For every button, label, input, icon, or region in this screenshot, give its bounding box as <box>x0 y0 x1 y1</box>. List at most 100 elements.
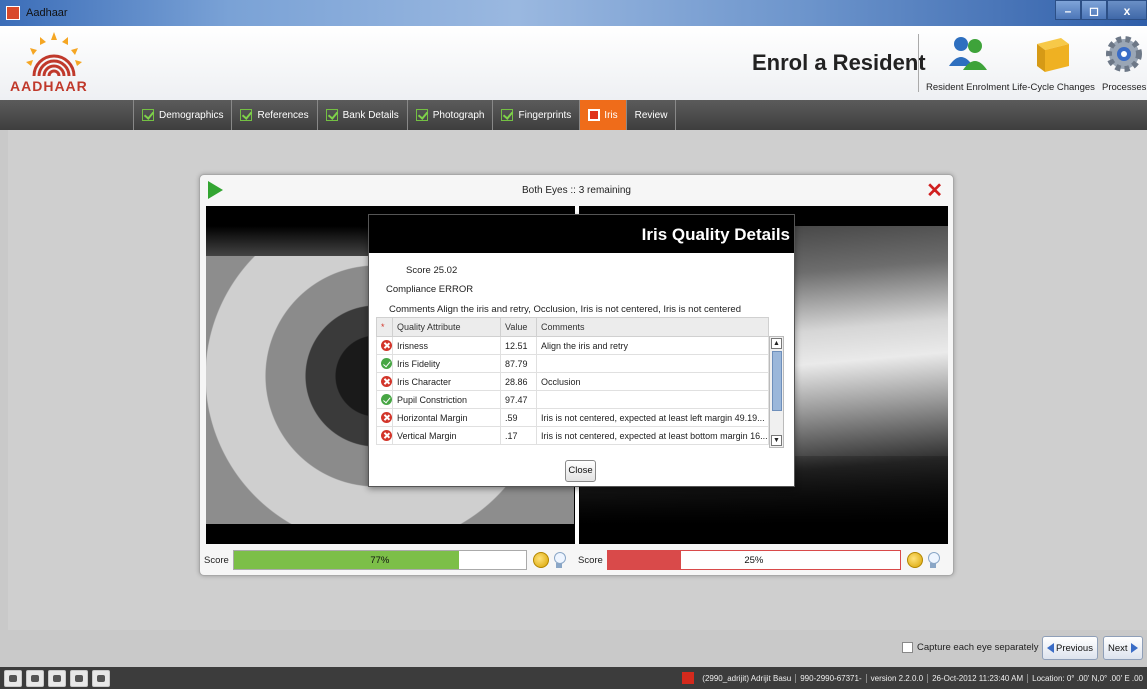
datetime-text: 26-Oct-2012 11:23:40 AM <box>927 673 1027 683</box>
tab-label: Bank Details <box>342 109 399 121</box>
tab-review[interactable]: Review <box>627 100 677 130</box>
dialog-title: Iris Quality Details <box>369 215 794 253</box>
value-column-header: Value <box>500 317 537 337</box>
minimize-button[interactable]: – <box>1055 0 1081 20</box>
app-icon <box>6 6 20 20</box>
quality-table: * Quality Attribute Value Comments Irisn… <box>376 317 769 445</box>
table-row[interactable]: Iris Fidelity 87.79 <box>376 354 769 373</box>
tab-photograph[interactable]: Photograph <box>408 100 494 130</box>
smiley-icon <box>906 552 923 568</box>
table-row[interactable]: Vertical Margin .17 Iris is not centered… <box>376 426 769 445</box>
error-icon <box>381 340 392 352</box>
resident-enrolment-button[interactable]: Resident Enrolment <box>926 32 1009 93</box>
lightbulb-icon[interactable] <box>927 551 940 569</box>
checkmark-icon <box>501 109 514 121</box>
previous-label: Previous <box>1056 642 1093 654</box>
quality-comments: Comments Align the iris and retry, Occlu… <box>389 304 741 315</box>
tab-label: Review <box>634 109 668 121</box>
error-icon <box>381 376 392 388</box>
value-cell: 87.79 <box>500 354 537 373</box>
table-row[interactable]: Irisness 12.51 Align the iris and retry <box>376 336 769 355</box>
scroll-down-icon[interactable]: ▼ <box>771 435 782 446</box>
printer-icon[interactable] <box>70 669 88 687</box>
version-text: version 2.2.0.0 <box>865 673 927 683</box>
value-cell: 97.47 <box>500 390 537 409</box>
value-cell: .17 <box>500 426 537 445</box>
error-icon <box>381 430 392 442</box>
table-row[interactable]: Pupil Constriction 97.47 <box>376 390 769 409</box>
tab-references[interactable]: References <box>232 100 318 130</box>
table-row[interactable]: Horizontal Margin .59 Iris is not center… <box>376 408 769 427</box>
tab-iris[interactable]: Iris <box>580 100 627 130</box>
right-score-value: 25% <box>744 555 764 566</box>
attribute-cell: Iris Fidelity <box>392 354 501 373</box>
globe-icon[interactable] <box>92 669 110 687</box>
table-scrollbar[interactable]: ▲ ▼ <box>769 336 784 448</box>
status-column-header: * <box>376 317 393 337</box>
aadhaar-logo: AADHAAR <box>8 32 100 94</box>
tab-label: References <box>257 109 309 121</box>
capture-separately-label: Capture each eye separately <box>917 642 1039 653</box>
error-icon <box>381 412 392 424</box>
capture-separately-option[interactable]: Capture each eye separately <box>902 642 1038 653</box>
aadhaar-sun-icon <box>26 32 82 77</box>
left-score-label: Score <box>204 554 229 566</box>
tab-label: Photograph <box>432 109 485 121</box>
hand-icon[interactable] <box>26 669 44 687</box>
app-header: AADHAAR Enrol a Resident Resident Enrolm… <box>0 26 1147 100</box>
smiley-icon <box>532 552 549 568</box>
attribute-cell: Irisness <box>392 336 501 355</box>
table-row[interactable]: Iris Character 28.86 Occlusion <box>376 372 769 391</box>
box-icon <box>1037 38 1070 72</box>
tab-fingerprints[interactable]: Fingerprints <box>493 100 581 130</box>
maximize-button[interactable]: ◻ <box>1081 0 1107 20</box>
next-button[interactable]: Next <box>1103 636 1143 660</box>
window-title: Aadhaar <box>26 7 68 19</box>
tab-label: Demographics <box>159 109 224 121</box>
window-close-button[interactable]: x <box>1107 0 1147 20</box>
window-title-bar: Aadhaar – ◻ x <box>0 0 1147 26</box>
processes-label: Processes <box>1102 82 1147 93</box>
processes-button[interactable]: Processes <box>1102 32 1146 93</box>
attribute-cell: Iris Character <box>392 372 501 391</box>
comment-cell: Iris is not centered, expected at least … <box>536 426 769 445</box>
left-score-value: 77% <box>370 555 390 566</box>
gear-icon <box>1106 36 1143 72</box>
checkmark-icon <box>142 109 154 121</box>
comments-column-header: Comments <box>536 317 769 337</box>
comment-cell <box>536 390 769 409</box>
life-cycle-changes-button[interactable]: Life-Cycle Changes <box>1012 32 1095 93</box>
capture-separately-checkbox[interactable] <box>902 642 913 653</box>
comment-cell <box>536 354 769 373</box>
table-header-row: * Quality Attribute Value Comments <box>376 317 769 337</box>
page-title: Enrol a Resident <box>752 50 926 75</box>
check-icon <box>381 394 392 406</box>
tab-bank-details[interactable]: Bank Details <box>318 100 408 130</box>
iris-quality-dialog: Iris Quality Details Score 25.02 Complia… <box>368 214 795 487</box>
user-icon[interactable] <box>4 669 22 687</box>
status-bar: (2990_adrijit) Adrijit Basu 990-2990-673… <box>0 667 1147 689</box>
lightbulb-icon[interactable] <box>553 551 566 569</box>
close-icon[interactable]: ✕ <box>926 178 943 203</box>
quality-score: Score 25.02 <box>406 265 458 276</box>
capture-status: Both Eyes :: 3 remaining <box>522 185 631 196</box>
scroll-thumb[interactable] <box>772 351 782 411</box>
arrow-left-icon <box>1047 643 1054 653</box>
next-label: Next <box>1108 642 1128 654</box>
value-cell: 12.51 <box>500 336 537 355</box>
close-button[interactable]: Close <box>565 460 596 482</box>
tab-label: Iris <box>604 109 618 121</box>
incomplete-icon <box>588 109 601 121</box>
attribute-cell: Pupil Constriction <box>392 390 501 409</box>
comment-cell: Occlusion <box>536 372 769 391</box>
operator-name: (2990_adrijit) Adrijit Basu <box>702 673 792 683</box>
previous-button[interactable]: Previous <box>1042 636 1098 660</box>
right-score-bar: 25% <box>606 550 901 570</box>
checkmark-icon <box>415 109 428 121</box>
tab-demographics[interactable]: Demographics <box>133 100 233 130</box>
logo-text: AADHAAR <box>10 78 88 94</box>
left-score-bar: 77% <box>232 550 527 570</box>
eye-icon[interactable] <box>48 669 66 687</box>
scroll-up-icon[interactable]: ▲ <box>771 338 782 349</box>
value-cell: 28.86 <box>500 372 537 391</box>
